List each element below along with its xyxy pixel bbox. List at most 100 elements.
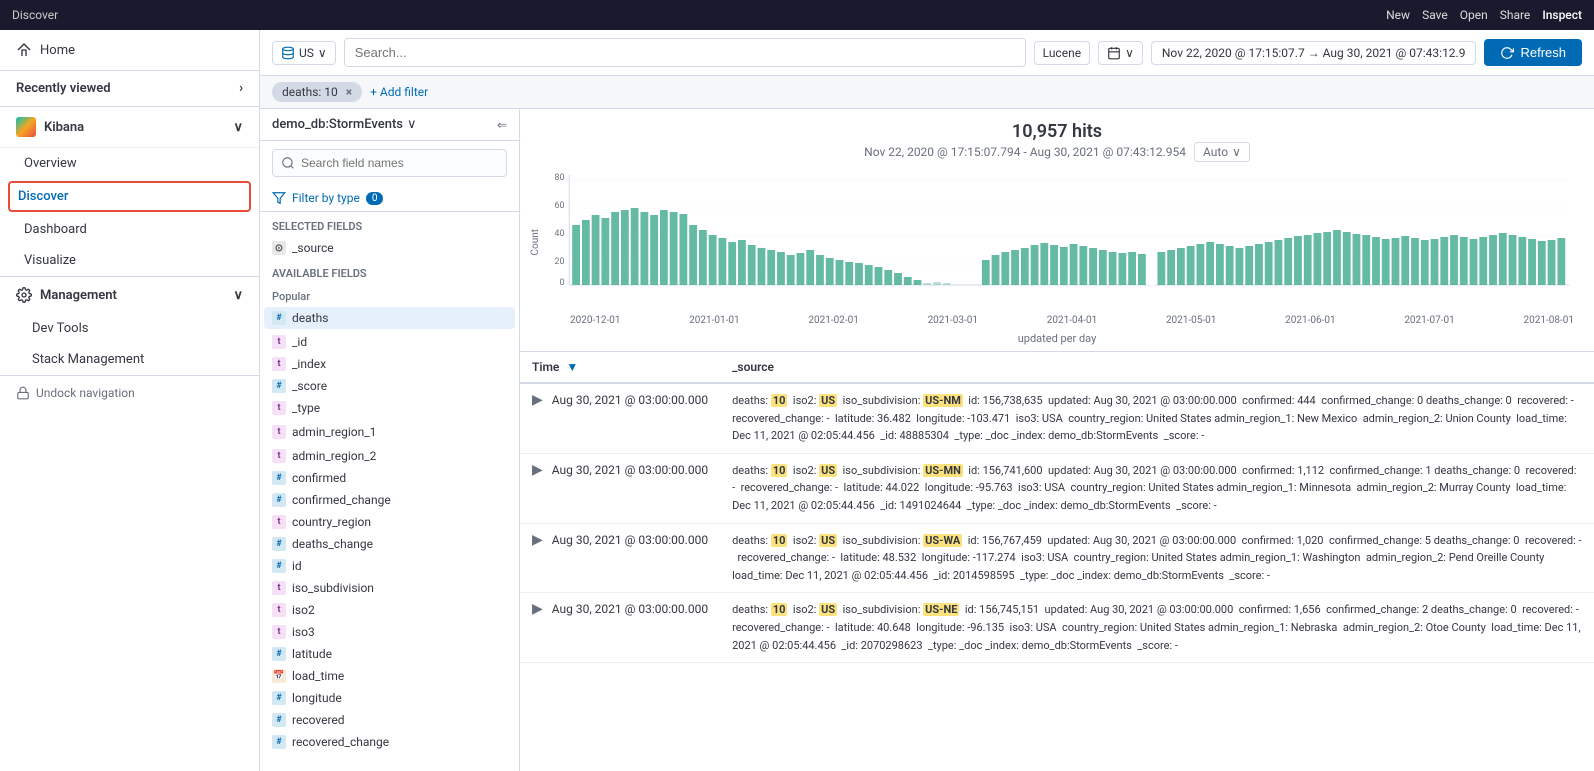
share-button[interactable]: Share [1500,8,1531,22]
add-filter-button[interactable]: + Add filter [370,85,428,99]
field-item-deaths[interactable]: # deaths [264,307,515,329]
highlight-deaths-2: 10 [771,464,788,477]
field-item-iso2[interactable]: t iso2 [272,599,507,621]
field-item-admin-region-2[interactable]: t admin_region_2 [272,445,507,467]
lucene-selector[interactable]: Lucene [1034,41,1090,65]
source-text-3: deaths: 10 iso2: US iso_subdivision: US-… [732,532,1582,585]
time-column-header[interactable]: Time ▼ [520,352,720,383]
field-item-admin-region-1[interactable]: t admin_region_1 + [272,419,507,445]
home-icon [16,42,32,58]
home-nav-item[interactable]: Home [0,30,259,71]
field-num-icon: # [272,311,286,325]
x-label-4: 2021-03-01 [928,315,979,326]
sidebar-item-visualize[interactable]: Visualize [0,245,259,276]
date-picker-toggle[interactable]: ∨ [1098,41,1143,65]
search-fields-input[interactable] [272,149,507,177]
field-item-load-time[interactable]: 📅 load_time [272,665,507,687]
save-button[interactable]: Save [1422,8,1448,22]
svg-text:20: 20 [555,257,565,267]
field-item-deaths-change[interactable]: # deaths_change [272,533,507,555]
new-button[interactable]: New [1386,8,1410,22]
result-area: 10,957 hits Nov 22, 2020 @ 17:15:07.794 … [520,109,1594,771]
query-input[interactable] [344,38,1026,67]
calendar-icon [1107,46,1121,60]
sidebar-item-overview[interactable]: Overview [0,148,259,179]
row-time-4: ▶ Aug 30, 2021 @ 03:00:00.000 [520,593,720,663]
expand-row-1-button[interactable]: ▶ [532,392,543,408]
auto-interval-selector[interactable]: Auto ∨ [1194,142,1250,162]
field-item-_score[interactable]: # _score [272,375,507,397]
open-button[interactable]: Open [1460,8,1488,22]
field-str-icon2: t [272,357,286,371]
expand-row-3-button[interactable]: ▶ [532,532,543,548]
histogram-chart: Count 80 60 40 20 0 [540,170,1574,330]
recently-viewed-label: Recently viewed [16,81,111,96]
management-section-header[interactable]: Management ∨ [0,277,259,313]
chevron-down-icon2: ∨ [233,288,243,303]
fields-list: # deaths t _id t _index [260,305,519,753]
field-item-longitude[interactable]: # longitude [272,687,507,709]
field-name-index: _index [292,357,326,371]
field-name-id2: id [292,559,302,573]
field-item-_type[interactable]: t _type [272,397,507,419]
expand-row-2-button[interactable]: ▶ [532,462,543,478]
field-item-latitude[interactable]: # latitude [272,643,507,665]
field-item-recovered-change[interactable]: # recovered_change [272,731,507,753]
field-str-icon6: t [272,515,286,529]
selected-fields-title: Selected fields [260,212,519,237]
undock-label: Undock navigation [36,386,135,400]
expand-row-4-button[interactable]: ▶ [532,601,543,617]
sidebar-item-stack-management[interactable]: Stack Management [0,344,259,375]
index-pattern-dropdown[interactable]: demo_db:StormEvents ∨ [272,117,417,132]
field-item-iso3[interactable]: t iso3 [272,621,507,643]
table-row: ▶ Aug 30, 2021 @ 03:00:00.000 deaths: 10… [520,383,1594,453]
source-text-1: deaths: 10 iso2: US iso_subdivision: US-… [732,392,1582,445]
field-item-_id[interactable]: t _id [272,331,507,353]
field-item-iso-subdivision[interactable]: t iso_subdivision [272,577,507,599]
available-fields-title: Available fields [260,259,519,284]
filter-by-type-button[interactable]: Filter by type 0 [260,185,519,212]
field-source-icon: ⊙ [272,241,286,255]
query-bar: US ∨ Lucene ∨ Nov 22, 2020 @ 17:15:07.7 … [260,30,1594,76]
x-label-7: 2021-06-01 [1285,315,1336,326]
field-sidebar: demo_db:StormEvents ∨ ⇐ Filter by type 0… [260,109,520,771]
highlight-isosub-2: US-MN [923,464,963,477]
recently-viewed-header[interactable]: Recently viewed › [0,71,259,106]
row-source-4: deaths: 10 iso2: US iso_subdivision: US-… [720,593,1594,663]
inspect-button[interactable]: Inspect [1542,8,1582,22]
filter-bar: deaths: 10 × + Add filter [260,76,1594,109]
kibana-section-header[interactable]: Kibana ∨ [0,107,259,148]
highlight-deaths-3: 10 [771,534,788,547]
active-filter-deaths[interactable]: deaths: 10 × [272,82,362,102]
field-name-confirmed: confirmed [292,471,346,485]
remove-filter-icon[interactable]: × [346,85,352,99]
field-item-id[interactable]: # id [272,555,507,577]
field-num-icon9: # [272,713,286,727]
sidebar-item-discover[interactable]: Discover [8,181,251,212]
refresh-button[interactable]: Refresh [1484,39,1582,66]
row-time-1: ▶ Aug 30, 2021 @ 03:00:00.000 [520,383,720,453]
date-range-picker[interactable]: Nov 22, 2020 @ 17:15:07.7 → Aug 30, 2021… [1151,41,1477,65]
field-num-icon2: # [272,379,286,393]
time-value-4: Aug 30, 2021 @ 03:00:00.000 [552,602,708,616]
field-name-iso-sub: iso_subdivision [292,581,374,595]
field-item-confirmed[interactable]: # confirmed [272,467,507,489]
chart-date-range: Nov 22, 2020 @ 17:15:07.794 - Aug 30, 20… [540,142,1574,162]
field-item-country-region[interactable]: t country_region [272,511,507,533]
field-str-icon: t [272,335,286,349]
sidebar-item-devtools[interactable]: Dev Tools [0,313,259,344]
sidebar-item-dashboard[interactable]: Dashboard [0,214,259,245]
data-table: Time ▼ _source [520,352,1594,663]
field-item-recovered[interactable]: # recovered [272,709,507,731]
undock-navigation[interactable]: Undock navigation [0,376,259,410]
x-label-8: 2021-07-01 [1404,315,1455,326]
field-item-_index[interactable]: t _index [272,353,507,375]
chart-area: 10,957 hits Nov 22, 2020 @ 17:15:07.794 … [520,109,1594,352]
row-time-3: ▶ Aug 30, 2021 @ 03:00:00.000 [520,523,720,593]
sidebar-toggle-button[interactable]: ⇐ [497,118,507,132]
field-name-longitude: longitude [292,691,342,705]
index-pattern-selector[interactable]: US ∨ [272,41,336,65]
field-item-confirmed-change[interactable]: # confirmed_change [272,489,507,511]
field-item-source[interactable]: ⊙ _source [272,237,507,259]
x-label-5: 2021-04-01 [1047,315,1098,326]
